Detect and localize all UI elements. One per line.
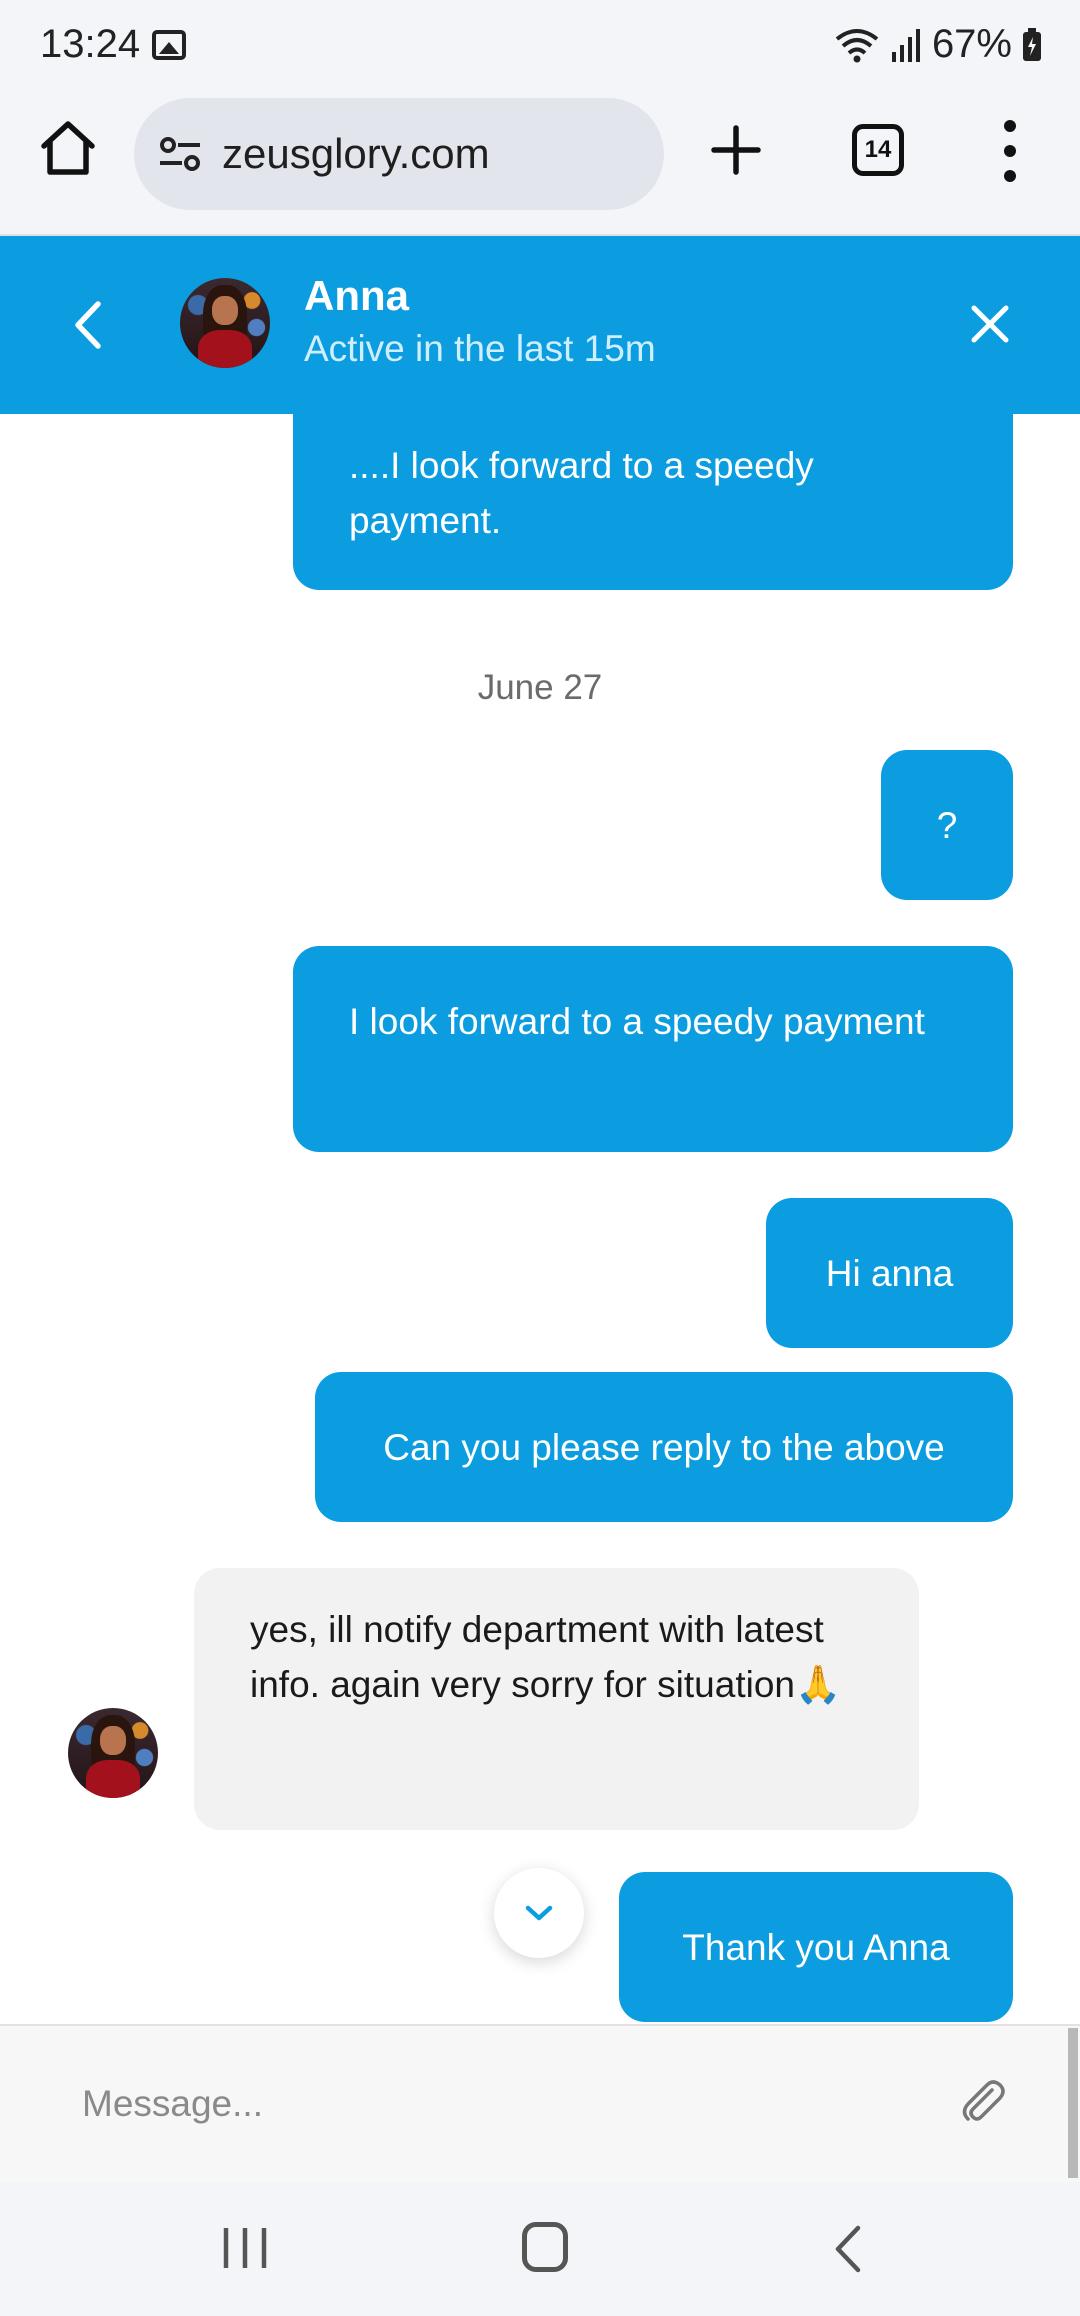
message-list[interactable]: ....I look forward to a speedy payment. … — [0, 414, 1080, 2024]
message-text: I look forward to a speedy payment — [349, 1001, 925, 1042]
contact-status: Active in the last 15m — [304, 328, 656, 369]
contact-avatar[interactable] — [68, 1708, 158, 1798]
battery-icon — [1023, 27, 1041, 61]
outgoing-message: ....I look forward to a speedy payment. — [293, 414, 1013, 590]
message-composer — [0, 2024, 1080, 2182]
system-home-button[interactable] — [522, 2222, 568, 2272]
wifi-icon — [835, 28, 879, 62]
new-tab-plus-icon[interactable] — [706, 120, 766, 180]
message-text: ....I look forward to a speedy payment. — [349, 445, 814, 541]
tab-count: 14 — [864, 136, 892, 163]
message-text: Thank you Anna — [682, 1926, 950, 1968]
scrollbar[interactable] — [1068, 2028, 1078, 2178]
battery-percent: 67% — [931, 22, 1012, 66]
outgoing-message: I look forward to a speedy payment — [293, 946, 1013, 1152]
message-text: Can you please reply to the above — [383, 1426, 945, 1468]
chevron-left-icon[interactable] — [66, 298, 112, 352]
contact-name: Anna — [304, 272, 409, 319]
contact-avatar[interactable] — [180, 278, 270, 368]
outgoing-message: Hi anna — [766, 1198, 1013, 1348]
message-text: ? — [936, 804, 958, 846]
message-input[interactable] — [82, 2074, 922, 2134]
recent-apps-icon[interactable] — [220, 2226, 270, 2270]
url-text[interactable]: zeusglory.com — [222, 130, 490, 178]
browser-toolbar: zeusglory.com 14 — [0, 92, 1080, 236]
status-indicators: 67% — [834, 22, 1042, 67]
tune-icon[interactable] — [158, 134, 202, 174]
paperclip-icon[interactable] — [956, 2076, 1008, 2128]
message-text: Hi anna — [825, 1252, 954, 1294]
status-time: 13:24 — [40, 22, 141, 66]
date-separator: June 27 — [477, 668, 603, 707]
system-navigation-bar — [0, 2182, 1080, 2316]
outgoing-message: ? — [881, 750, 1013, 900]
home-icon[interactable] — [38, 118, 98, 178]
more-vert-icon[interactable] — [990, 116, 1030, 186]
image-notification-icon — [152, 30, 186, 60]
signal-icon — [891, 28, 920, 62]
message-text: yes, ill notify department with latest i… — [250, 1609, 842, 1705]
outgoing-message: Thank you Anna — [619, 1872, 1013, 2022]
incoming-message: yes, ill notify department with latest i… — [194, 1568, 919, 1830]
chat-header: Anna Active in the last 15m — [0, 236, 1080, 414]
close-icon[interactable] — [968, 302, 1012, 346]
scroll-to-bottom-button[interactable] — [494, 1868, 584, 1958]
chevron-down-icon — [525, 1905, 553, 1921]
outgoing-message: Can you please reply to the above — [315, 1372, 1013, 1522]
system-back-icon[interactable] — [832, 2224, 864, 2274]
status-bar: 13:24 67% — [0, 0, 1080, 92]
tab-switcher-button[interactable]: 14 — [852, 124, 904, 176]
address-bar[interactable]: zeusglory.com — [134, 98, 664, 210]
